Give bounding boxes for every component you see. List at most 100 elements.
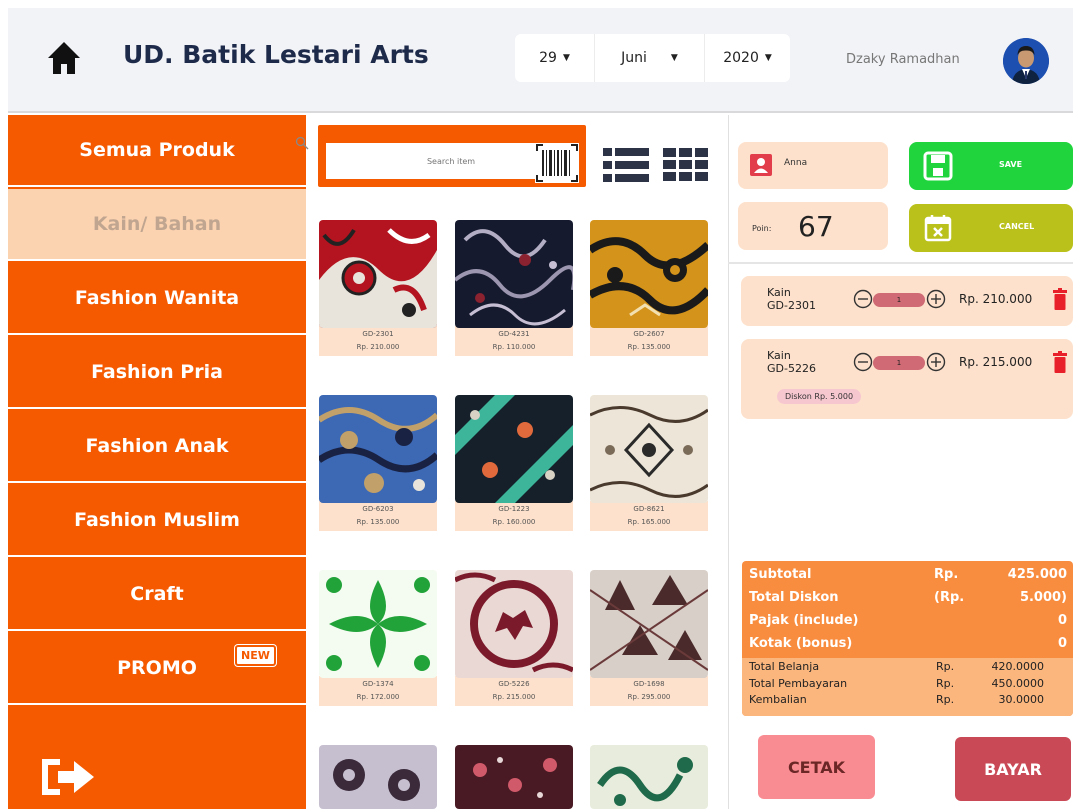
sidebar-item-label: Semua Produk: [79, 139, 235, 161]
sidebar-item-label: Fashion Pria: [91, 361, 223, 383]
cart-item-category: Kain: [767, 349, 791, 362]
product-meta: GD-1223 Rp. 160.000: [455, 501, 573, 531]
sidebar-item-fashion-muslim[interactable]: Fashion Muslim: [8, 485, 306, 557]
summary-value: 0: [1057, 636, 1067, 651]
summary-value: 5.000): [1019, 590, 1067, 605]
product-code: GD-2607: [633, 330, 665, 338]
product-code: GD-1698: [633, 680, 665, 688]
product-meta: GD-2607 Rp. 135.000: [590, 326, 708, 356]
product-image: [590, 395, 708, 503]
grid-view-icon[interactable]: [663, 145, 709, 185]
sidebar-item-fashion-anak[interactable]: Fashion Anak: [8, 411, 306, 483]
list-view-icon[interactable]: [603, 145, 649, 185]
product-code: GD-1223: [498, 505, 530, 513]
product-card[interactable]: GD-1698 Rp. 295.000: [590, 570, 710, 706]
product-image: [590, 745, 708, 809]
summary-currency: Rp.: [936, 693, 955, 706]
product-code: GD-6203: [362, 505, 394, 513]
summary-label: Total Pembayaran: [749, 677, 848, 690]
product-card[interactable]: GD-8621 Rp. 165.000: [590, 395, 710, 531]
sidebar-item-label: Fashion Wanita: [74, 287, 240, 309]
trash-icon[interactable]: [1053, 288, 1067, 310]
product-price: Rp. 210.000: [356, 343, 400, 351]
product-card[interactable]: [455, 745, 575, 809]
product-price: Rp. 165.000: [627, 518, 671, 526]
product-meta: GD-1374 Rp. 172.000: [319, 676, 437, 706]
product-price: Rp. 110.000: [492, 343, 536, 351]
product-code: GD-5226: [498, 680, 530, 688]
product-image: [455, 745, 573, 809]
logout-icon[interactable]: [38, 755, 98, 799]
home-icon[interactable]: [46, 38, 82, 78]
product-card[interactable]: GD-6203 Rp. 135.000: [319, 395, 439, 531]
app-title: UD. Batik Lestari Arts: [123, 40, 429, 69]
save-button[interactable]: SAVE: [909, 142, 1073, 190]
print-button[interactable]: CETAK: [758, 735, 875, 799]
product-image: [590, 570, 708, 678]
product-card[interactable]: [590, 745, 710, 809]
plus-circle-icon[interactable]: [926, 289, 946, 309]
quantity-value[interactable]: 1: [873, 293, 925, 307]
pay-label: BAYAR: [984, 759, 1042, 779]
sidebar-item-promo[interactable]: PROMO NEW: [8, 633, 306, 705]
day-select[interactable]: 29 ▼: [515, 34, 595, 82]
product-price: Rp. 172.000: [356, 693, 400, 701]
poin-label: Poin:: [752, 224, 772, 233]
discount-tag: Diskon Rp. 5.000: [777, 389, 862, 404]
summary-label: Kotak (bonus): [749, 636, 853, 651]
product-image: [455, 395, 573, 503]
chevron-down-icon: ▼: [670, 53, 678, 63]
print-label: CETAK: [787, 757, 846, 777]
barcode-icon[interactable]: [535, 143, 579, 183]
sidebar-item-craft[interactable]: Craft: [8, 559, 306, 631]
minus-circle-icon[interactable]: [853, 289, 873, 309]
product-price: Rp. 135.000: [627, 343, 671, 351]
save-icon: [923, 151, 953, 181]
customer-field[interactable]: Anna: [738, 142, 888, 189]
sidebar-item-semua-produk[interactable]: Semua Produk: [8, 115, 306, 187]
product-card[interactable]: [319, 745, 439, 809]
avatar[interactable]: [1003, 38, 1049, 84]
summary-value: 425.000: [1007, 567, 1067, 582]
product-card[interactable]: GD-4231 Rp. 110.000: [455, 220, 575, 356]
sidebar-item-label: PROMO: [117, 657, 197, 679]
month-select[interactable]: Juni ▼: [595, 34, 705, 82]
product-meta: GD-8621 Rp. 165.000: [590, 501, 708, 531]
cancel-button[interactable]: CANCEL: [909, 204, 1073, 252]
new-badge: NEW: [235, 645, 276, 666]
product-image: [590, 220, 708, 328]
chevron-down-icon: ▼: [764, 53, 772, 63]
plus-circle-icon[interactable]: [926, 352, 946, 372]
year-value: 2020: [723, 50, 759, 66]
search-icon: [295, 136, 309, 150]
cart-item: Kain GD-5226 1 Rp. 215.000 Diskon Rp. 5.…: [741, 339, 1073, 419]
summary-label: Subtotal: [749, 567, 812, 582]
cart-item-code: GD-2301: [767, 299, 816, 312]
chevron-down-icon: ▼: [562, 53, 570, 63]
product-card[interactable]: GD-1223 Rp. 160.000: [455, 395, 575, 531]
product-price: Rp. 160.000: [492, 518, 536, 526]
product-card[interactable]: GD-5226 Rp. 215.000: [455, 570, 575, 706]
cart-item-code: GD-5226: [767, 362, 816, 375]
app-header: UD. Batik Lestari Arts 29 ▼ Juni ▼ 2020 ▼ D…: [8, 8, 1073, 113]
quantity-value[interactable]: 1: [873, 356, 925, 370]
save-label: SAVE: [999, 160, 1023, 169]
product-card[interactable]: GD-2607 Rp. 135.000: [590, 220, 710, 356]
trash-icon[interactable]: [1053, 351, 1067, 373]
sidebar-item-fashion-wanita[interactable]: Fashion Wanita: [8, 263, 306, 335]
sidebar-item-fashion-pria[interactable]: Fashion Pria: [8, 337, 306, 409]
product-price: Rp. 215.000: [492, 693, 536, 701]
date-picker: 29 ▼ Juni ▼ 2020 ▼: [515, 34, 790, 82]
cart-item-name: Kain GD-2301: [767, 286, 816, 312]
product-card[interactable]: GD-2301 Rp. 210.000: [319, 220, 439, 356]
product-card[interactable]: GD-1374 Rp. 172.000: [319, 570, 439, 706]
sidebar-item-kain-bahan[interactable]: Kain/ Bahan: [8, 189, 306, 261]
year-select[interactable]: 2020 ▼: [705, 34, 790, 82]
pay-button[interactable]: BAYAR: [955, 737, 1071, 801]
product-code: GD-4231: [498, 330, 530, 338]
summary-label: Kembalian: [749, 693, 807, 706]
order-summary: Subtotal Rp. 425.000 Total Diskon (Rp. 5…: [742, 561, 1073, 716]
product-image: [455, 570, 573, 678]
minus-circle-icon[interactable]: [853, 352, 873, 372]
product-image: [455, 220, 573, 328]
